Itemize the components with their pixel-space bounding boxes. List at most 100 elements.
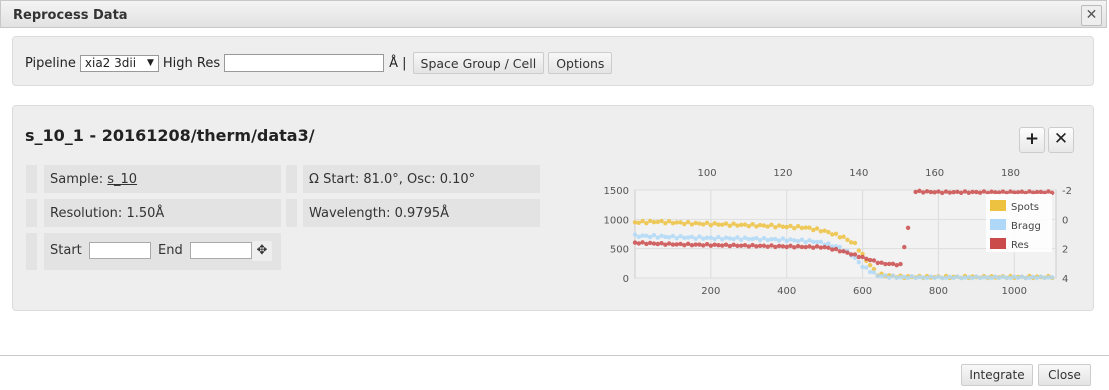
series-point-bragg xyxy=(943,275,949,281)
series-point-bragg xyxy=(689,234,695,240)
series-point-res xyxy=(871,258,877,263)
end-label: End xyxy=(158,243,183,258)
series-point-bragg xyxy=(716,234,721,240)
integrate-button[interactable]: Integrate xyxy=(961,364,1033,386)
series-point-res xyxy=(769,243,774,248)
series-point-bragg xyxy=(720,237,725,242)
series-point-bragg xyxy=(856,260,861,265)
series-point-bragg xyxy=(746,236,751,242)
omega-cell: Ω Start: 81.0°, Osc: 0.10° xyxy=(303,165,540,193)
series-point-spots xyxy=(697,221,702,226)
series-point-res xyxy=(754,244,759,249)
start-input[interactable] xyxy=(88,242,151,259)
plus-icon[interactable]: + xyxy=(1019,127,1045,153)
series-point-bragg xyxy=(913,275,918,281)
dropdown-arrow-icon: ▼ xyxy=(146,58,154,68)
series-point-bragg xyxy=(792,238,797,243)
series-point-res xyxy=(848,252,854,257)
series-point-bragg xyxy=(674,236,679,241)
x-top-tick-label: 180 xyxy=(1001,168,1020,179)
series-point-bragg xyxy=(1012,274,1017,279)
series-point-res xyxy=(875,260,880,266)
close-icon[interactable]: ✕ xyxy=(1081,5,1102,26)
dataset-panel: s_10_1 - 20161208/therm/data3/ + ✕ Sampl… xyxy=(12,105,1094,311)
series-point-bragg xyxy=(864,265,869,270)
sample-label: Sample: xyxy=(50,172,104,187)
series-point-bragg xyxy=(811,239,816,244)
series-point-spots xyxy=(841,234,846,239)
series-point-spots xyxy=(663,221,668,226)
series-point-spots xyxy=(678,220,683,225)
series-point-spots xyxy=(807,225,812,230)
series-point-res xyxy=(814,244,820,249)
close-button[interactable]: Close xyxy=(1038,364,1091,386)
series-point-spots xyxy=(765,224,770,229)
series-point-bragg xyxy=(932,275,937,281)
series-point-res xyxy=(886,261,892,267)
pipeline-select[interactable]: xia2 3dii ▼ xyxy=(79,54,159,72)
legend-label-res: Res xyxy=(1011,240,1029,251)
range-cell: Start End ✥ xyxy=(44,233,281,270)
close-icon[interactable]: ✕ xyxy=(1048,127,1074,153)
series-point-res xyxy=(723,242,729,247)
series-point-res xyxy=(742,242,748,248)
series-point-bragg xyxy=(894,275,899,280)
series-point-bragg xyxy=(818,239,824,244)
series-point-spots xyxy=(682,221,687,227)
sample-link[interactable]: s_10 xyxy=(107,172,137,187)
series-point-res xyxy=(932,190,937,195)
series-point-bragg xyxy=(776,238,782,243)
y-right-tick-label: 0 xyxy=(1062,215,1068,226)
series-point-res xyxy=(943,189,949,194)
high-res-input[interactable] xyxy=(224,54,385,72)
series-point-spots xyxy=(761,223,767,228)
series-point-spots xyxy=(811,227,816,233)
series-point-bragg xyxy=(640,233,645,238)
series-point-bragg xyxy=(977,275,983,281)
move-icon[interactable]: ✥ xyxy=(252,241,272,261)
series-point-res xyxy=(890,261,896,267)
series-point-bragg xyxy=(697,234,702,239)
series-point-res xyxy=(947,190,953,195)
series-point-spots xyxy=(651,219,657,225)
pipeline-value: xia2 3dii xyxy=(84,56,137,70)
series-point-spots xyxy=(856,248,861,253)
series-point-bragg xyxy=(940,275,945,281)
series-point-res xyxy=(697,242,702,247)
series-point-res xyxy=(663,242,668,247)
series-point-res xyxy=(685,241,691,247)
series-point-bragg xyxy=(1046,275,1051,280)
series-point-bragg xyxy=(1038,274,1044,279)
series-point-res xyxy=(1015,190,1021,195)
legend-swatch-res xyxy=(990,238,1006,249)
series-point-bragg xyxy=(780,236,786,241)
series-point-res xyxy=(924,189,930,194)
series-point-res xyxy=(936,189,941,194)
series-point-spots xyxy=(773,225,778,230)
series-point-spots xyxy=(852,240,858,246)
series-point-res xyxy=(1046,189,1051,194)
series-point-bragg xyxy=(738,237,744,242)
legend-swatch-spots xyxy=(990,200,1006,211)
series-point-spots xyxy=(792,225,797,231)
series-point-bragg xyxy=(651,233,657,238)
series-point-res xyxy=(640,240,645,245)
space-group-cell-button[interactable]: Space Group / Cell xyxy=(412,52,545,74)
series-point-bragg xyxy=(761,235,767,241)
legend-swatch-bragg xyxy=(990,219,1006,230)
series-point-res xyxy=(788,243,793,249)
series-point-res xyxy=(902,244,907,250)
series-point-bragg xyxy=(924,275,930,281)
series-point-bragg xyxy=(754,235,759,241)
start-label: Start xyxy=(50,243,82,258)
options-button[interactable]: Options xyxy=(548,52,613,74)
series-point-bragg xyxy=(947,274,953,279)
end-input[interactable] xyxy=(189,242,252,259)
series-point-res xyxy=(867,257,873,263)
series-point-spots xyxy=(659,218,664,224)
series-point-bragg xyxy=(989,275,994,281)
series-point-res xyxy=(731,242,736,248)
series-point-bragg xyxy=(883,273,888,278)
series-point-spots xyxy=(738,222,744,228)
series-point-bragg xyxy=(704,235,710,240)
